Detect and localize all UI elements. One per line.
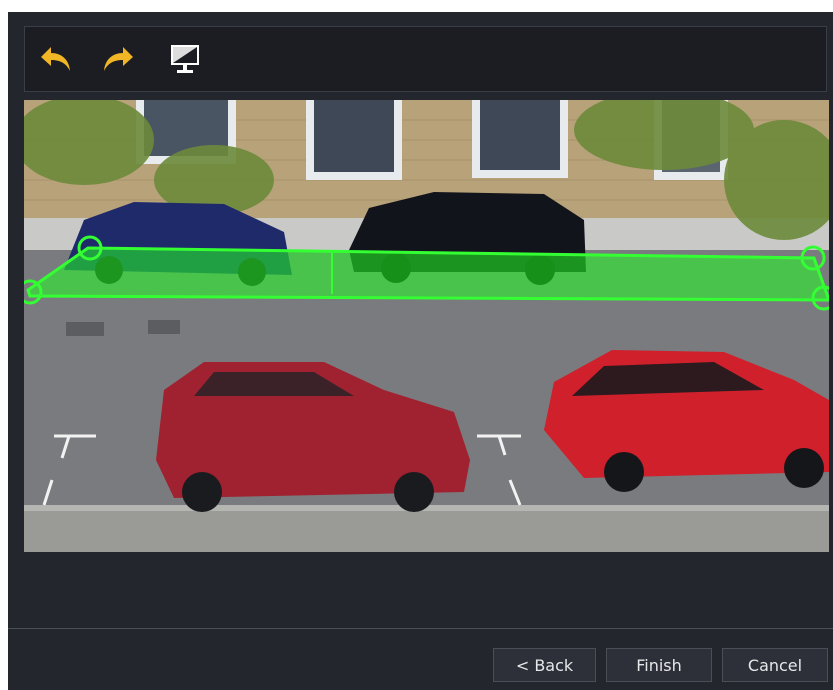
back-button[interactable]: < Back — [493, 648, 596, 682]
footer-separator — [8, 628, 833, 629]
finish-button[interactable]: Finish — [606, 648, 712, 682]
lower-pavement — [24, 511, 829, 552]
drain-grate — [148, 320, 180, 334]
detection-zone[interactable] — [26, 246, 829, 302]
redo-button[interactable] — [101, 41, 137, 77]
undo-button[interactable] — [37, 41, 73, 77]
cancel-button[interactable]: Cancel — [722, 648, 828, 682]
undo-arrow-icon — [41, 47, 70, 71]
window — [314, 100, 394, 172]
wizard-dialog: < Back Finish Cancel — [8, 12, 833, 690]
monitor-icon — [171, 45, 199, 73]
monitor-button[interactable] — [167, 41, 203, 77]
toolbar — [24, 26, 827, 92]
redo-arrow-icon — [104, 47, 133, 71]
drain-grate — [66, 322, 104, 336]
window — [480, 100, 560, 170]
camera-view[interactable] — [24, 100, 829, 552]
